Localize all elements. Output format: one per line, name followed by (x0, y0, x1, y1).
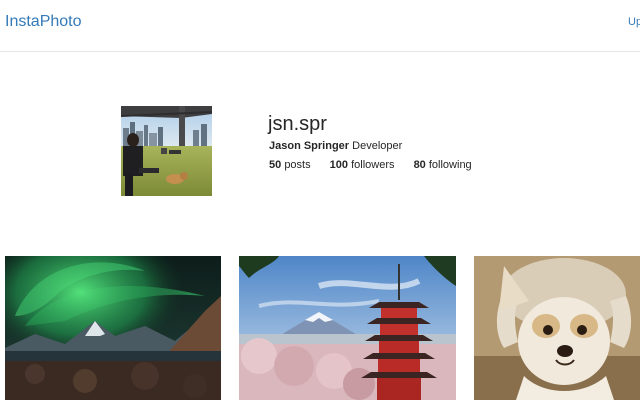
grid-photo-pagoda[interactable] (239, 256, 456, 400)
stat-following-count: 80 (413, 159, 426, 171)
profile-stats: 50 posts 100 followers 80 following (269, 159, 488, 171)
avatar (121, 106, 212, 196)
avatar-image (121, 106, 212, 196)
stat-following-label: following (428, 159, 472, 171)
stat-followers[interactable]: 100 followers (330, 159, 395, 171)
aurora-image (5, 256, 221, 400)
username: jsn.spr (268, 113, 327, 135)
stat-posts-label: posts (284, 159, 311, 171)
full-name: Jason Springer (269, 140, 350, 152)
stat-posts: 50 posts (269, 159, 311, 171)
upload-link[interactable]: Up (628, 16, 640, 28)
bio-text: Developer (352, 140, 403, 152)
grid-photo-aurora[interactable] (5, 256, 221, 400)
stat-followers-count: 100 (329, 159, 349, 171)
stat-posts-count: 50 (269, 159, 282, 171)
stat-followers-label: followers (351, 159, 395, 171)
pagoda-image (239, 256, 456, 400)
grid-photo-corgi[interactable] (474, 256, 640, 400)
stat-following[interactable]: 80 following (414, 159, 472, 171)
top-navbar: InstaPhoto Up (0, 0, 640, 52)
corgi-image (474, 256, 640, 400)
bio: Jason Springer Developer (269, 140, 402, 152)
brand-logo-link[interactable]: InstaPhoto (5, 13, 82, 31)
